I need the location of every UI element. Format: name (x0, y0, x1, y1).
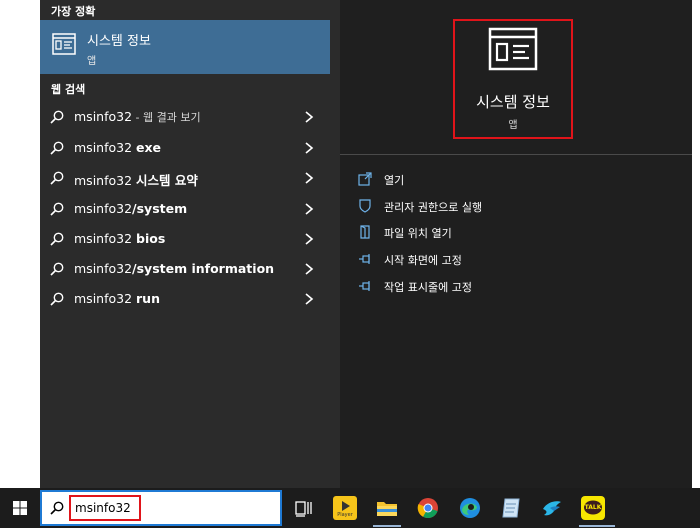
best-match-subtitle: 앱 (87, 56, 97, 67)
search-results-pane: 가장 정확 시스템 정보 앱 웹 검색 msinfo32 - 웹 결과 보기 m… (40, 0, 330, 488)
web-result-query: msinfo32 (74, 261, 133, 276)
web-result-suggestion: run (136, 291, 160, 306)
web-result-query: msinfo32 (74, 109, 133, 124)
file-location-icon (360, 225, 370, 239)
search-input[interactable] (69, 495, 141, 521)
web-result-hint: - 웹 결과 보기 (132, 111, 201, 124)
chevron-right-icon[interactable] (304, 262, 314, 276)
system-info-icon (52, 33, 76, 55)
best-match-item[interactable]: 시스템 정보 앱 (40, 20, 330, 74)
file-explorer-icon[interactable] (373, 494, 401, 522)
web-search-label: 웹 검색 (51, 83, 86, 96)
web-result-suggestion: 시스템 요약 (136, 173, 198, 188)
kakaotalk-icon[interactable]: TALK (581, 496, 605, 520)
system-info-icon (488, 27, 538, 71)
app-preview-card[interactable]: 시스템 정보 앱 (453, 19, 573, 139)
web-result-row[interactable]: msinfo32 run (40, 284, 330, 314)
search-icon (50, 292, 64, 306)
run-as-admin-icon (359, 199, 371, 213)
chevron-right-icon[interactable] (304, 141, 314, 155)
search-icon (50, 501, 64, 515)
pin-taskbar-icon (359, 281, 370, 291)
web-result-row[interactable]: msinfo32/system information (40, 254, 330, 284)
search-icon (50, 141, 64, 155)
action-label: 시작 화면에 고정 (384, 254, 462, 267)
chevron-right-icon[interactable] (304, 202, 314, 216)
action-label: 작업 표시줄에 고정 (384, 281, 472, 294)
edge-icon[interactable] (456, 494, 484, 522)
bird-app-icon[interactable] (538, 494, 566, 522)
player-label: Player (337, 512, 353, 518)
player-icon[interactable]: Player (333, 496, 357, 520)
action-label: 열기 (384, 174, 405, 187)
web-result-query: msinfo32 (74, 291, 137, 306)
chevron-right-icon[interactable] (304, 292, 314, 306)
web-result-row[interactable]: msinfo32 - 웹 결과 보기 (40, 102, 330, 132)
chevron-right-icon[interactable] (304, 171, 314, 185)
taskbar-search-box[interactable] (40, 490, 282, 526)
web-result-query: msinfo32 (74, 231, 137, 246)
search-icon (50, 232, 64, 246)
pane-gap (330, 0, 340, 488)
active-app-indicator (579, 525, 615, 527)
web-result-suggestion: /system (132, 201, 188, 216)
web-result-query: msinfo32 (74, 173, 137, 188)
search-icon (50, 262, 64, 276)
web-result-row[interactable]: msinfo32 exe (40, 133, 330, 163)
web-result-row[interactable]: msinfo32 bios (40, 224, 330, 254)
task-view-icon[interactable] (289, 494, 317, 522)
web-result-suggestion: exe (136, 140, 162, 155)
web-result-suggestion: /system information (132, 261, 275, 276)
chrome-icon[interactable] (414, 494, 442, 522)
best-match-label: 가장 정확 (51, 5, 96, 18)
chevron-right-icon[interactable] (304, 110, 314, 124)
best-match-title: 시스템 정보 (87, 34, 151, 49)
web-result-row[interactable]: msinfo32/system (40, 194, 330, 224)
preview-divider (340, 154, 692, 155)
desktop-background-right (692, 0, 700, 488)
start-button[interactable] (0, 488, 40, 528)
search-icon (50, 202, 64, 216)
taskbar: Player TALK (0, 488, 700, 528)
chevron-right-icon[interactable] (304, 232, 314, 246)
desktop-background (0, 0, 40, 488)
web-result-row[interactable]: msinfo32 시스템 요약 (40, 163, 330, 193)
pin-start-icon (359, 254, 370, 264)
search-icon (50, 171, 64, 185)
web-result-suggestion: bios (136, 231, 166, 246)
windows-logo-icon (13, 501, 27, 515)
app-preview-title: 시스템 정보 (476, 93, 550, 111)
web-result-query: msinfo32 (74, 201, 133, 216)
active-app-indicator (373, 525, 401, 527)
open-icon (358, 172, 372, 186)
notepad-icon[interactable] (497, 494, 525, 522)
app-preview-subtitle: 앱 (508, 120, 518, 131)
action-label: 관리자 권한으로 실행 (384, 201, 483, 214)
action-label: 파일 위치 열기 (384, 227, 452, 240)
kakaotalk-label: TALK (584, 504, 602, 511)
search-icon (50, 110, 64, 124)
web-result-query: msinfo32 (74, 140, 137, 155)
